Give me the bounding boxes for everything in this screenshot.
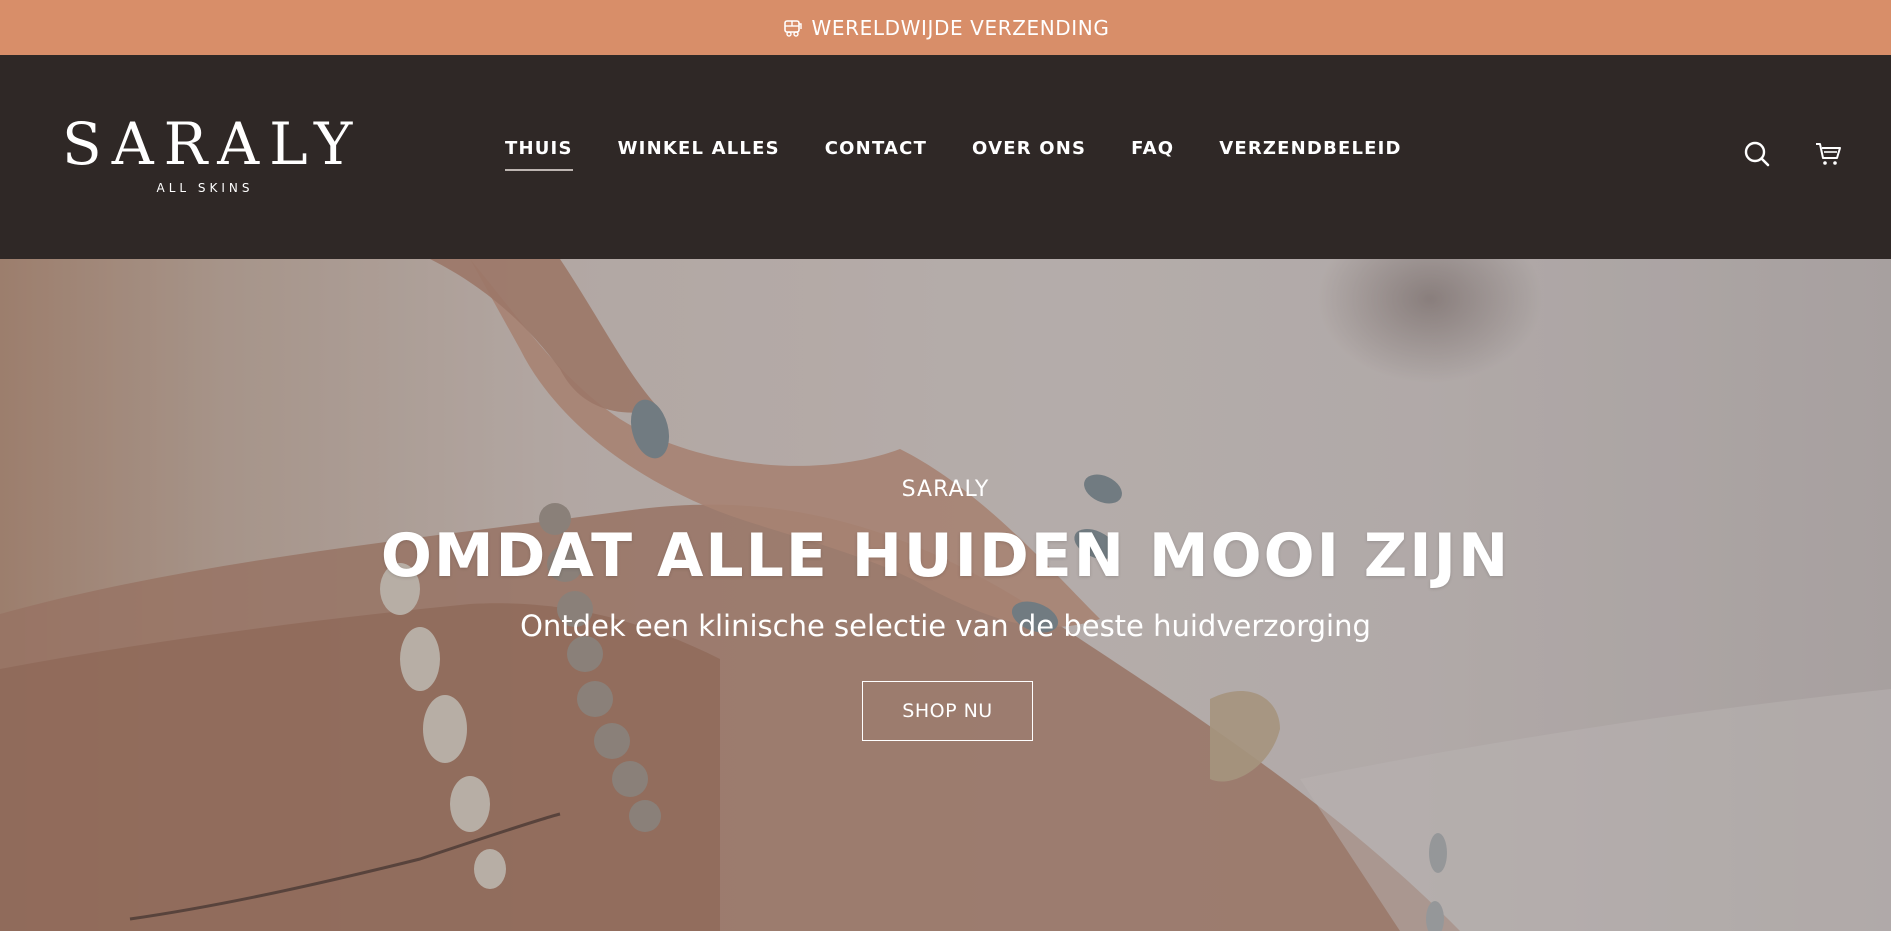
logo-tagline: ALL SKINS — [156, 181, 254, 195]
search-button[interactable] — [1742, 141, 1772, 171]
hero-eyebrow: SARALY — [901, 477, 990, 502]
cart-icon — [1814, 140, 1842, 173]
main-nav: THUIS WINKEL ALLES CONTACT OVER ONS FAQ … — [505, 138, 1447, 178]
hero-title: OMDAT ALLE HUIDEN MOOI ZIJN — [380, 521, 1511, 591]
truck-icon — [782, 18, 804, 38]
hero-subtitle: Ontdek een klinische selectie van de bes… — [520, 609, 1371, 643]
logo-wordmark: SARALY — [62, 110, 363, 178]
search-icon — [1743, 140, 1771, 173]
logo[interactable]: SARALY ALL SKINS — [62, 110, 363, 197]
site-header: SARALY ALL SKINS THUIS WINKEL ALLES CONT… — [0, 55, 1891, 259]
nav-item-thuis[interactable]: THUIS — [505, 138, 573, 171]
hero-content: SARALY OMDAT ALLE HUIDEN MOOI ZIJN Ontde… — [0, 259, 1891, 931]
announcement-text: WERELDWIJDE VERZENDING — [811, 15, 1110, 40]
announcement-bar: WERELDWIJDE VERZENDING — [0, 0, 1891, 55]
nav-item-faq[interactable]: FAQ — [1131, 138, 1174, 169]
nav-item-contact[interactable]: CONTACT — [825, 138, 927, 169]
nav-item-winkel-alles[interactable]: WINKEL ALLES — [618, 138, 780, 169]
shop-now-button[interactable]: SHOP NU — [862, 681, 1033, 741]
hero-banner: SARALY OMDAT ALLE HUIDEN MOOI ZIJN Ontde… — [0, 259, 1891, 931]
nav-item-over-ons[interactable]: OVER ONS — [972, 138, 1086, 169]
nav-item-verzendbeleid[interactable]: VERZENDBELEID — [1219, 138, 1401, 169]
cart-button[interactable] — [1813, 141, 1843, 171]
